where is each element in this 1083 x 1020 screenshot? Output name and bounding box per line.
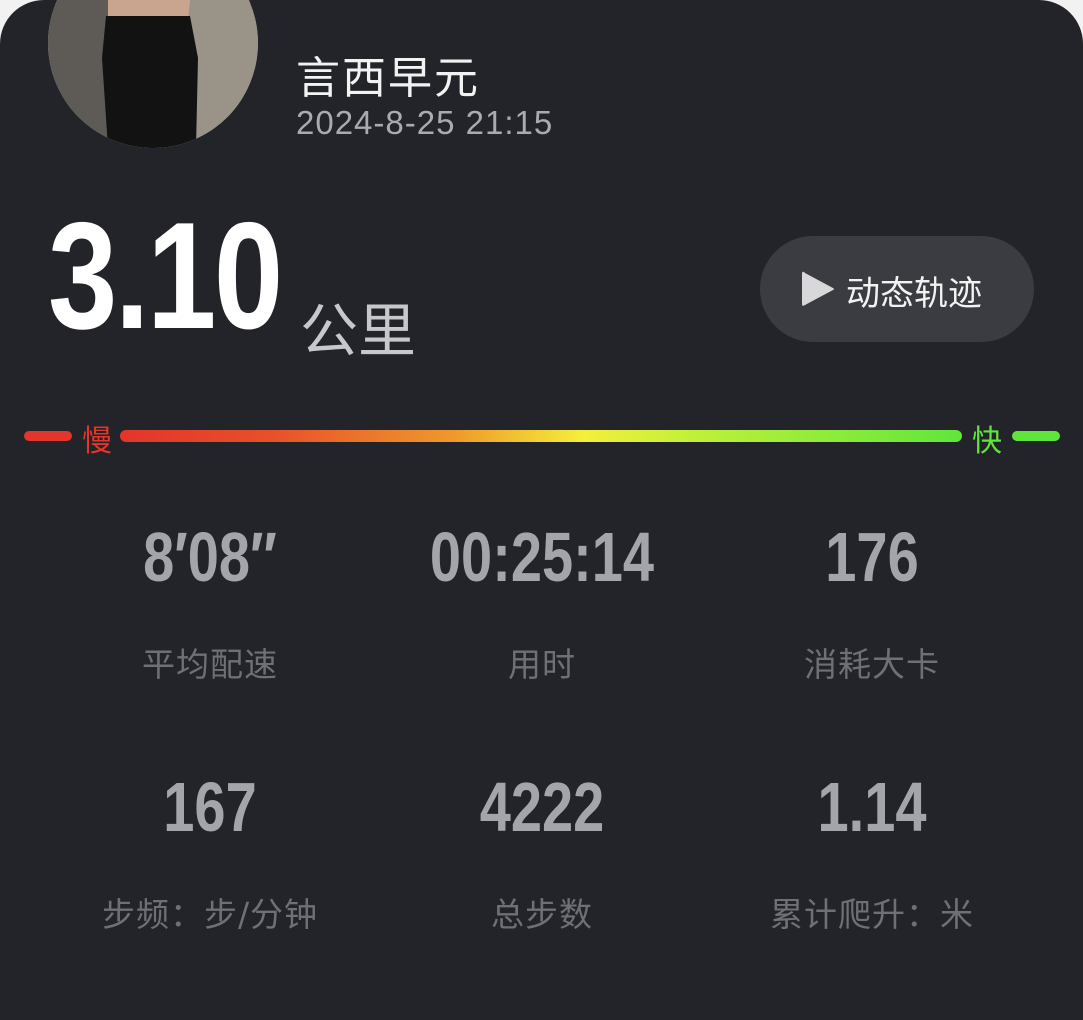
stat-label: 累计爬升：米 <box>770 895 974 934</box>
stat-label: 用时 <box>508 645 576 684</box>
run-summary-card: 言西早元 2024-8-25 21:15 3.10 公里 动态轨迹 慢 快 8′… <box>0 0 1083 1020</box>
pace-scale-left-segment <box>24 431 72 441</box>
run-datetime: 2024-8-25 21:15 <box>296 104 554 141</box>
stat-total-steps: 4222 总步数 <box>362 762 722 936</box>
stat-value: 4222 <box>479 768 605 846</box>
stat-value: 167 <box>163 768 257 846</box>
stat-value: 00:25:14 <box>429 518 655 596</box>
stat-value: 8′08′′ <box>143 518 277 596</box>
stat-average-pace: 8′08′′ 平均配速 <box>30 512 390 686</box>
stat-value: 176 <box>825 518 919 596</box>
user-name: 言西早元 <box>296 53 480 104</box>
distance-unit: 公里 <box>300 297 417 365</box>
stat-label: 总步数 <box>491 895 593 934</box>
pace-fast-label: 快 <box>972 424 1002 459</box>
avatar-photo <box>48 0 258 148</box>
play-icon <box>800 269 836 309</box>
stat-calories: 176 消耗大卡 <box>692 512 1052 686</box>
stat-duration: 00:25:14 用时 <box>362 512 722 686</box>
dynamic-track-label: 动态轨迹 <box>846 274 982 314</box>
pace-scale-right-segment <box>1012 431 1060 441</box>
distance-value: 3.10 <box>48 191 283 361</box>
avatar[interactable] <box>48 0 258 148</box>
stat-label: 步频：步/分钟 <box>101 895 319 934</box>
stat-label: 消耗大卡 <box>804 645 940 684</box>
stat-value: 1.14 <box>817 768 927 846</box>
stat-cadence: 167 步频：步/分钟 <box>30 762 390 936</box>
pace-gradient-bar <box>120 430 962 442</box>
stat-label: 平均配速 <box>142 645 278 684</box>
dynamic-track-button[interactable]: 动态轨迹 <box>760 236 1034 342</box>
pace-color-scale: 慢 快 <box>24 412 1060 459</box>
pace-slow-label: 慢 <box>82 424 112 459</box>
stat-elevation-gain: 1.14 累计爬升：米 <box>692 762 1052 936</box>
